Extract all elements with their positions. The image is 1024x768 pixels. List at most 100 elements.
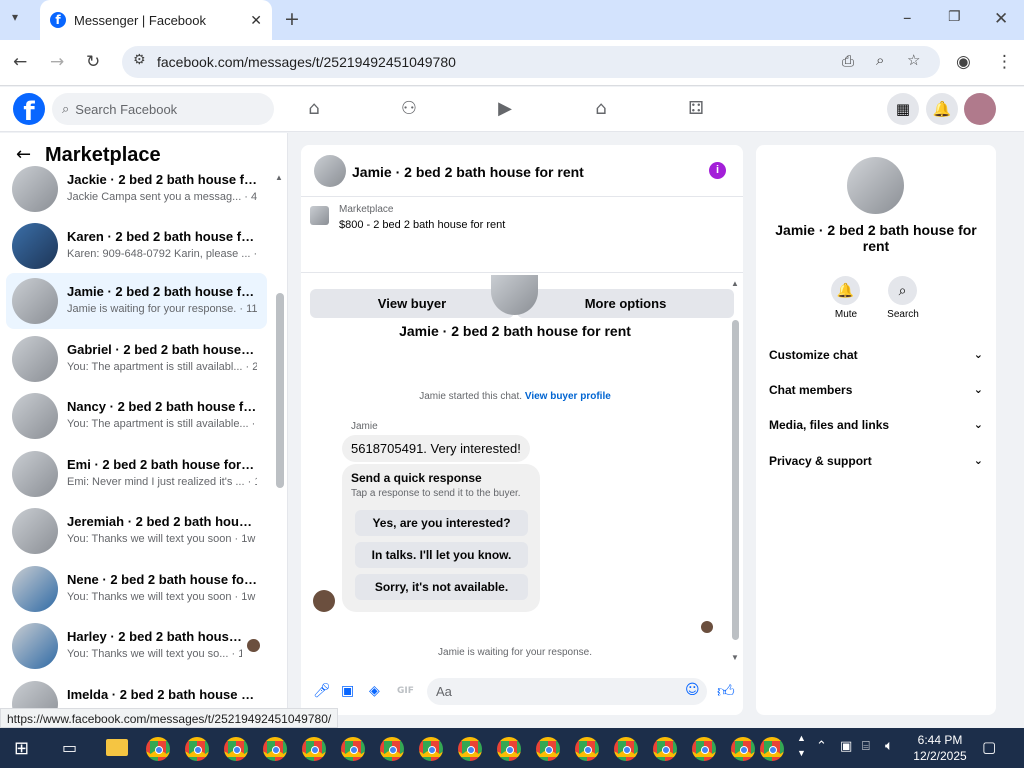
quick-response-yes-button[interactable]: Yes, are you interested?: [355, 510, 528, 536]
chrome-taskbar-icon[interactable]: [614, 737, 638, 761]
tray-volume-icon[interactable]: 🔈︎: [885, 738, 893, 754]
browser-toolbar: ← → ↻ ⚙ facebook.com/messages/t/25219492…: [0, 40, 1024, 86]
photo-icon[interactable]: ▣: [341, 683, 354, 699]
chrome-taskbar-icon[interactable]: [653, 737, 677, 761]
profile-icon[interactable]: ◉: [956, 52, 971, 72]
maximize-icon[interactable]: ❐: [948, 9, 961, 25]
minimize-icon[interactable]: –: [903, 8, 912, 28]
chrome-taskbar-icon[interactable]: [536, 737, 560, 761]
new-tab-icon[interactable]: +: [284, 8, 300, 30]
chrome-taskbar-icon[interactable]: [419, 737, 443, 761]
menu-grid-icon[interactable]: ▦: [887, 93, 919, 125]
conversation-title: Emi · 2 bed 2 bath house for rent: [67, 457, 257, 472]
conversation-item[interactable]: Jeremiah · 2 bed 2 bath house f... You: …: [6, 503, 267, 559]
chrome-taskbar-icon[interactable]: [575, 737, 599, 761]
gaming-icon[interactable]: ⚃: [684, 97, 708, 121]
conversation-item[interactable]: Nene · 2 bed 2 bath house for r... You: …: [6, 561, 267, 617]
zoom-icon[interactable]: ⌕: [876, 51, 884, 69]
microphone-icon[interactable]: 🎤︎: [313, 683, 331, 699]
file-explorer-icon[interactable]: [106, 739, 128, 756]
chrome-taskbar-icon[interactable]: [692, 737, 716, 761]
browser-tab[interactable]: f Messenger | Facebook ✕: [40, 0, 272, 40]
chrome-taskbar-icon[interactable]: [224, 737, 248, 761]
conversation-item[interactable]: Karen · 2 bed 2 bath house for r... Kare…: [6, 218, 267, 274]
chat-scrollbar[interactable]: [732, 320, 739, 640]
privacy-support-section[interactable]: Privacy & support ⌄: [769, 454, 983, 468]
quick-response-in-talks-button[interactable]: In talks. I'll let you know.: [355, 542, 528, 568]
conversation-item[interactable]: Harley · 2 bed 2 bath house f... You: Th…: [6, 618, 267, 674]
close-tab-icon[interactable]: ✕: [250, 12, 262, 29]
home-icon[interactable]: ⌂: [302, 97, 326, 121]
details-avatar[interactable]: [847, 157, 904, 214]
task-view-icon[interactable]: ▭: [62, 738, 77, 757]
chat-members-section[interactable]: Chat members ⌄: [769, 383, 983, 397]
account-avatar[interactable]: [964, 93, 996, 125]
forward-icon[interactable]: →: [50, 52, 64, 72]
listing-thumbnail[interactable]: [310, 206, 329, 225]
chat-avatar[interactable]: [314, 155, 346, 187]
chrome-taskbar-icon[interactable]: [302, 737, 326, 761]
tray-network-icon[interactable]: ▣: [840, 739, 852, 754]
contact-avatar[interactable]: [491, 275, 538, 315]
menu-dots-icon[interactable]: ⋮: [996, 52, 1013, 72]
gif-icon[interactable]: GIF: [397, 686, 414, 696]
mute-bell-icon[interactable]: 🔔: [831, 276, 860, 305]
conversation-item[interactable]: Imelda · 2 bed 2 bath house for...: [6, 676, 267, 708]
chrome-taskbar-icon[interactable]: [731, 737, 755, 761]
chrome-taskbar-icon[interactable]: [458, 737, 482, 761]
video-icon[interactable]: ▶: [493, 97, 517, 121]
chrome-taskbar-icon[interactable]: [341, 737, 365, 761]
media-files-links-section[interactable]: Media, files and links ⌄: [769, 418, 983, 432]
reload-icon[interactable]: ↻: [86, 52, 100, 72]
close-window-icon[interactable]: ✕: [994, 9, 1008, 29]
view-buyer-profile-link[interactable]: View buyer profile: [525, 391, 611, 402]
listing-title[interactable]: $800 - 2 bed 2 bath house for rent: [339, 219, 505, 231]
tab-search-icon[interactable]: ▾: [12, 10, 18, 24]
site-info-icon[interactable]: ⚙: [133, 52, 146, 68]
chevron-down-icon: ⌄: [973, 348, 983, 361]
chat-title[interactable]: Jamie · 2 bed 2 bath house for rent: [352, 164, 584, 180]
marketplace-icon[interactable]: ⌂: [589, 97, 613, 121]
notifications-bell-icon[interactable]: 🔔: [926, 93, 958, 125]
customize-chat-section[interactable]: Customize chat ⌄: [769, 348, 983, 362]
taskbar-clock[interactable]: 6:44 PM 12/2/2025: [910, 732, 970, 764]
conversation-item[interactable]: Jackie · 2 bed 2 bath house for r... Jac…: [6, 161, 267, 217]
action-center-icon[interactable]: ▢: [982, 738, 996, 756]
chrome-taskbar-icon[interactable]: [497, 737, 521, 761]
mute-label: Mute: [834, 309, 858, 320]
message-input[interactable]: Aa: [427, 678, 707, 705]
sticker-icon[interactable]: ◈: [369, 683, 380, 699]
conversation-preview: Jackie Campa sent you a messag... · 49m: [67, 191, 257, 203]
scroll-up-icon[interactable]: ▲: [275, 173, 283, 182]
chrome-taskbar-icon[interactable]: [146, 737, 170, 761]
search-icon[interactable]: ⌕: [888, 276, 917, 305]
windows-start-icon[interactable]: ⊞: [14, 738, 29, 759]
facebook-search-input[interactable]: ⌕ Search Facebook: [52, 93, 274, 125]
info-icon[interactable]: i: [709, 162, 726, 179]
emoji-icon[interactable]: ☺: [685, 682, 700, 698]
address-bar[interactable]: ⚙ facebook.com/messages/t/25219492451049…: [122, 46, 940, 78]
conversation-item[interactable]: Gabriel · 2 bed 2 bath house for... You:…: [6, 331, 267, 387]
friends-icon[interactable]: ⚇: [397, 97, 421, 121]
tray-wifi-icon[interactable]: ⌸: [862, 739, 870, 754]
chrome-taskbar-icon[interactable]: [380, 737, 404, 761]
install-app-icon[interactable]: ⎙: [842, 52, 854, 70]
back-icon[interactable]: ←: [13, 52, 27, 72]
bookmark-star-icon[interactable]: ☆: [907, 51, 920, 69]
conversation-item[interactable]: Emi · 2 bed 2 bath house for rent Emi: N…: [6, 446, 267, 502]
sidebar-scrollbar[interactable]: [276, 293, 284, 488]
chrome-taskbar-icon[interactable]: [263, 737, 287, 761]
facebook-logo-icon[interactable]: f: [13, 93, 45, 125]
taskbar-scroll-icon[interactable]: ▲ ▼: [797, 731, 806, 761]
conversation-item-selected[interactable]: Jamie · 2 bed 2 bath house for r... Jami…: [6, 273, 267, 329]
thumbs-up-icon[interactable]: 👍︎: [717, 681, 735, 702]
scroll-up-icon[interactable]: ▲: [731, 279, 739, 288]
tray-chevron-up-icon[interactable]: ⌃: [816, 739, 827, 754]
chrome-taskbar-icon-active[interactable]: [760, 737, 784, 761]
scroll-down-icon[interactable]: ▼: [731, 653, 739, 662]
quick-response-not-available-button[interactable]: Sorry, it's not available.: [355, 574, 528, 600]
conversation-title: Imelda · 2 bed 2 bath house for...: [67, 687, 257, 702]
chevron-down-icon: ⌄: [973, 383, 983, 396]
chrome-taskbar-icon[interactable]: [185, 737, 209, 761]
conversation-item[interactable]: Nancy · 2 bed 2 bath house for ... You: …: [6, 388, 267, 444]
